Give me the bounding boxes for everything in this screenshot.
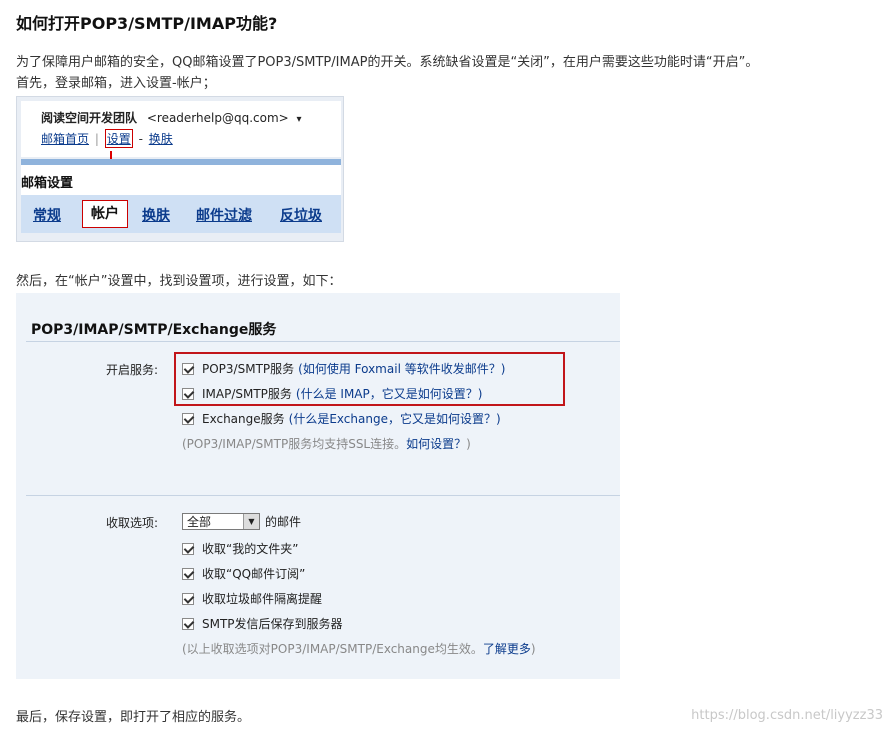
subscriptions-checkbox[interactable] <box>182 567 194 580</box>
intro-line-2: 首先，登录邮箱，进入设置-帐户； <box>16 76 216 91</box>
tab-anti-spam[interactable]: 反垃圾 <box>280 205 322 225</box>
ssl-note-close: ) <box>466 436 471 451</box>
heading-divider <box>26 341 620 342</box>
settings-navigation-screenshot: 阅读空间开发团队 <readerhelp@qq.com> ▾ 邮箱首页 | 设置… <box>16 96 344 242</box>
enable-service-label: 开启服务: <box>106 363 159 377</box>
receive-option-subscriptions: 收取“QQ邮件订阅” <box>182 565 305 582</box>
exchange-help-link[interactable]: (什么是Exchange，它又是如何设置？) <box>289 410 501 427</box>
link-separator: | <box>94 132 99 146</box>
receive-option-spam-reminder: 收取垃圾邮件隔离提醒 <box>182 590 322 607</box>
receive-scope-suffix: 的邮件 <box>265 515 302 529</box>
account-dropdown-icon[interactable]: ▾ <box>297 114 302 125</box>
smtp-save-checkbox[interactable] <box>182 617 194 630</box>
exchange-label: Exchange服务 <box>202 412 285 426</box>
tab-account[interactable]: 帐户 <box>82 200 128 228</box>
ssl-note: (POP3/IMAP/SMTP服务均支持SSL连接。 如何设置？ ) <box>182 435 471 452</box>
section-divider <box>26 495 620 496</box>
select-arrow-icon: ▼ <box>243 514 259 529</box>
receive-note: (以上收取选项对POP3/IMAP/SMTP/Exchange均生效。 了解更多… <box>182 640 536 657</box>
user-name: 阅读空间开发团队 <box>41 111 138 125</box>
user-account: 阅读空间开发团队 <readerhelp@qq.com> ▾ <box>41 109 302 126</box>
receive-note-text: (以上收取选项对POP3/IMAP/SMTP/Exchange均生效。 <box>182 642 483 656</box>
subscriptions-label: 收取“QQ邮件订阅” <box>202 567 306 581</box>
my-folders-label: 收取“我的文件夹” <box>202 542 299 556</box>
learn-more-link[interactable]: 了解更多 <box>483 640 531 657</box>
smtp-save-label: SMTP发信后保存到服务器 <box>202 617 343 631</box>
article-title: 如何打开POP3/SMTP/IMAP功能? <box>16 14 278 33</box>
link-separator: - <box>138 132 143 146</box>
receive-scope-value: 全部 <box>187 515 212 529</box>
receive-options-label: 收取选项: <box>106 516 159 530</box>
receive-note-close: ) <box>530 641 536 656</box>
spam-reminder-label: 收取垃圾邮件隔离提醒 <box>202 592 323 606</box>
tab-general[interactable]: 常规 <box>33 205 61 225</box>
exchange-checkbox[interactable] <box>182 412 194 425</box>
mail-header: 阅读空间开发团队 <readerhelp@qq.com> ▾ 邮箱首页 | 设置… <box>21 101 341 157</box>
tab-mail-filter[interactable]: 邮件过滤 <box>196 205 252 225</box>
settings-title: 邮箱设置 <box>21 176 74 191</box>
service-settings-screenshot: POP3/IMAP/SMTP/Exchange服务 开启服务: POP3/SMT… <box>16 293 620 679</box>
receive-option-my-folders: 收取“我的文件夹” <box>182 540 298 557</box>
settings-link-highlight: 设置 <box>104 129 133 148</box>
final-text: 最后，保存设置，即打开了相应的服务。 <box>16 710 251 725</box>
watermark: https://blog.csdn.net/liyyzz33 <box>691 708 883 723</box>
receive-scope: 全部 ▼ 的邮件 <box>182 513 301 530</box>
ssl-setup-link[interactable]: 如何设置？ <box>406 435 466 452</box>
intro-line-1: 为了保障用户邮箱的安全，QQ邮箱设置了POP3/SMTP/IMAP的开关。系统缺… <box>16 55 759 70</box>
my-folders-checkbox[interactable] <box>182 542 194 555</box>
service-heading: POP3/IMAP/SMTP/Exchange服务 <box>31 322 277 338</box>
tab-skin[interactable]: 换肤 <box>142 205 170 225</box>
header-links: 邮箱首页 | 设置 - 换肤 <box>41 129 173 148</box>
spam-reminder-checkbox[interactable] <box>182 592 194 605</box>
receive-scope-select[interactable]: 全部 ▼ <box>182 513 260 530</box>
highlight-rectangle <box>174 352 565 406</box>
settings-link[interactable]: 设置 <box>107 132 131 146</box>
receive-option-smtp-save: SMTP发信后保存到服务器 <box>182 615 343 632</box>
user-email: <readerhelp@qq.com> <box>146 111 289 125</box>
mailbox-home-link[interactable]: 邮箱首页 <box>41 132 89 146</box>
step-2-text: 然后，在“帐户”设置中，找到设置项，进行设置，如下： <box>16 274 342 289</box>
skin-link[interactable]: 换肤 <box>149 132 173 146</box>
ssl-note-text: (POP3/IMAP/SMTP服务均支持SSL连接。 <box>182 437 407 451</box>
service-exchange: Exchange服务 (什么是Exchange，它又是如何设置？) <box>182 410 501 427</box>
settings-tabs: 常规 帐户 换肤 邮件过滤 反垃圾 <box>21 195 341 233</box>
